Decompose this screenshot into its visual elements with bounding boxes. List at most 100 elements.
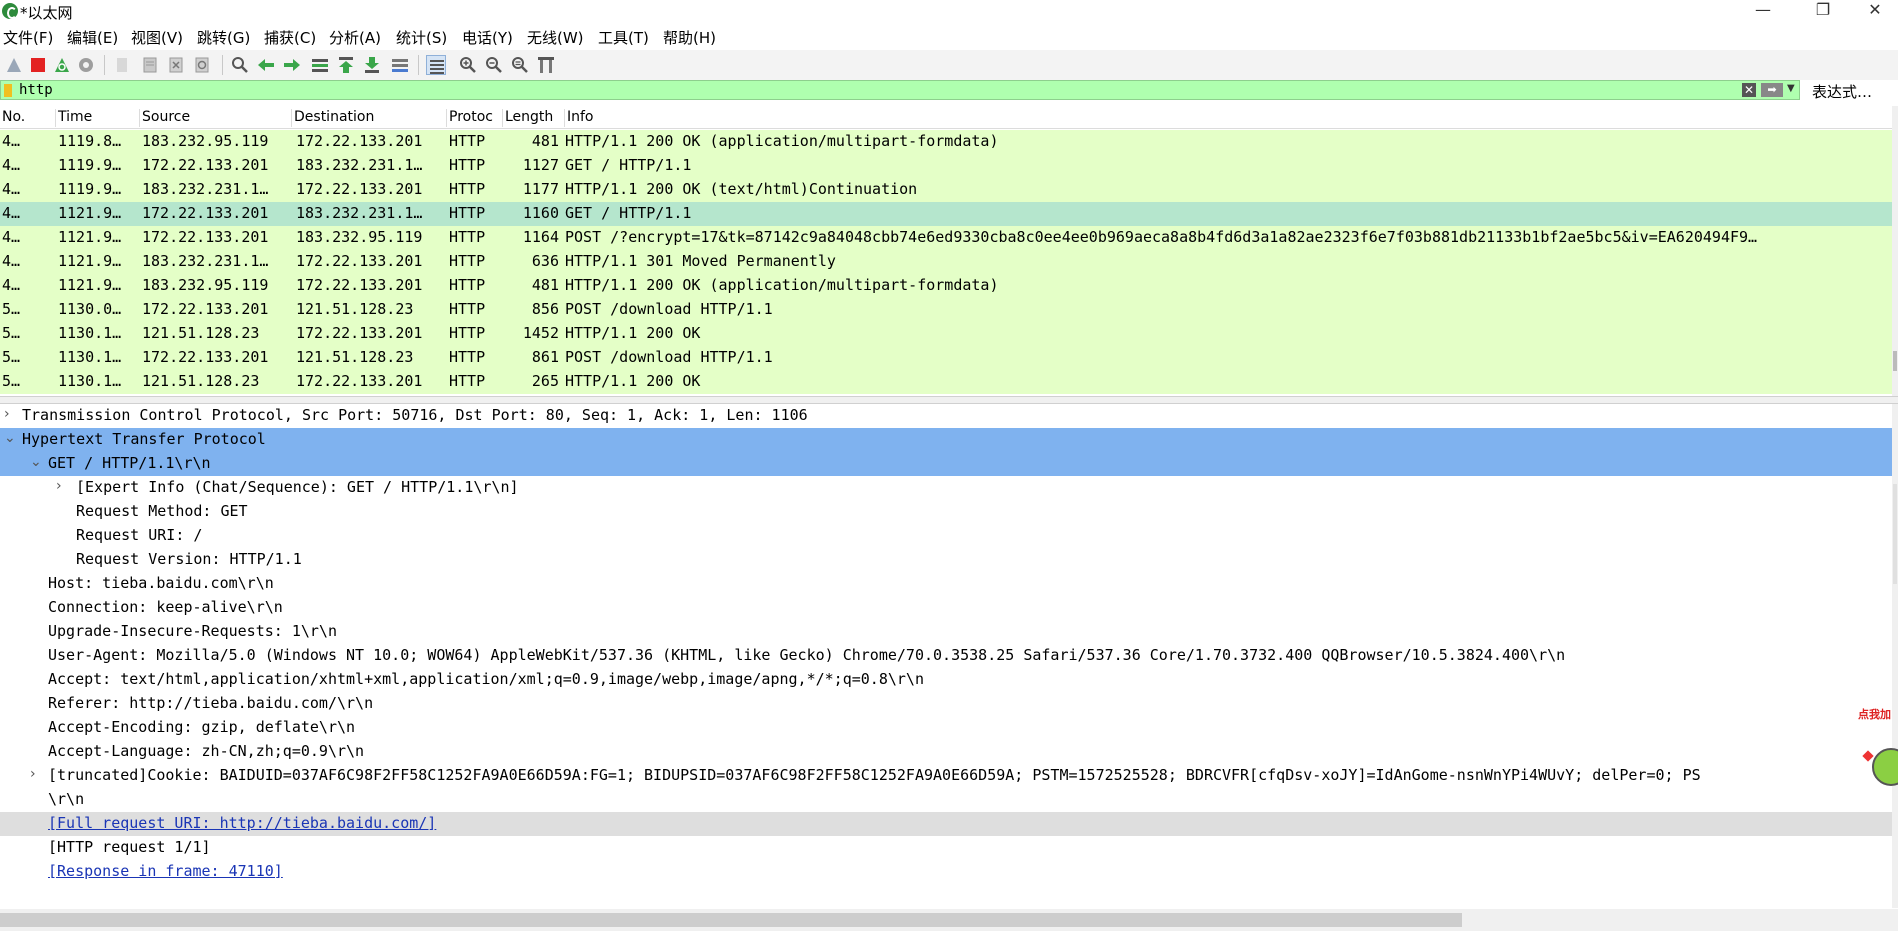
display-filter-input[interactable]: http ✕ ➡ ▼ [0,80,1800,100]
packet-row[interactable]: 4… 1119.8… 183.232.95.119 172.22.133.201 HTT… [0,130,1892,154]
column-header-length[interactable]: Length [503,109,565,127]
detail-tree-item[interactable]: Connection: keep-alive\r\n [0,596,1892,620]
go-forward-icon[interactable] [282,55,302,75]
detail-text: Host: tieba.baidu.com\r\n [48,574,274,592]
menu-statistics[interactable]: 统计(S) [396,27,447,48]
packet-row[interactable]: 4… 1121.9… 183.232.231.1… 172.22.133.201 HTT… [0,250,1892,274]
go-first-icon[interactable] [336,55,356,75]
packet-cell-source: 183.232.231.1… [142,180,269,198]
go-to-packet-icon[interactable] [310,55,330,75]
menu-help[interactable]: 帮助(H) [663,27,716,48]
menu-tools[interactable]: 工具(T) [598,27,649,48]
collapse-arrow-icon[interactable]: › [56,478,62,494]
menu-edit[interactable]: 编辑(E) [67,27,118,48]
minimize-button[interactable]: — [1740,0,1786,24]
packet-row[interactable]: 5… 1130.1… 121.51.128.23 172.22.133.201 HTTP… [0,322,1892,346]
filter-history-dropdown-icon[interactable]: ▼ [1787,83,1795,94]
find-packet-icon[interactable] [230,55,250,75]
filter-bookmark-icon[interactable] [4,84,12,97]
detail-tree-item[interactable]: › [truncated]Cookie: BAIDUID=037AF6C98F2… [0,764,1892,788]
packet-details-hscrollbar[interactable] [0,909,1898,931]
expand-arrow-icon[interactable]: ⌄ [4,430,16,446]
close-file-icon[interactable] [166,55,186,75]
packet-row[interactable]: 4… 1121.9… 172.22.133.201 183.232.231.1… HTT… [0,202,1892,226]
menu-wireless[interactable]: 无线(W) [527,27,584,48]
resize-columns-icon[interactable] [536,55,556,75]
stop-capture-icon[interactable] [28,55,48,75]
save-file-icon[interactable] [140,55,160,75]
packet-list-scrollbar[interactable] [1892,106,1898,396]
restart-capture-icon[interactable] [52,55,72,75]
hscrollbar-thumb[interactable] [0,913,1462,927]
colorize-icon[interactable] [426,55,446,75]
go-back-icon[interactable] [256,55,276,75]
menu-capture[interactable]: 捕获(C) [264,27,316,48]
packet-row[interactable]: 5… 1130.0… 172.22.133.201 121.51.128.23 HTTP… [0,298,1892,322]
go-last-icon[interactable] [362,55,382,75]
detail-tree-item[interactable]: [Full request URI: http://tieba.baidu.co… [0,812,1892,836]
floater-heart-icon [1862,750,1874,762]
detail-text: \r\n [48,790,85,808]
window-title: *以太网 [20,4,73,22]
detail-tree-item[interactable]: Referer: http://tieba.baidu.com/\r\n [0,692,1892,716]
collapse-arrow-icon[interactable]: › [4,406,10,422]
column-header-no[interactable]: No. [0,109,56,127]
detail-link[interactable]: [Full request URI: http://tieba.baidu.co… [48,814,436,832]
detail-link[interactable]: [Response in frame: 47110] [48,862,283,880]
packet-row[interactable]: 5… 1130.1… 172.22.133.201 121.51.128.23 HTTP… [0,346,1892,370]
detail-tree-item[interactable]: Upgrade-Insecure-Requests: 1\r\n [0,620,1892,644]
expand-arrow-icon[interactable]: ⌄ [30,454,42,470]
detail-tree-item[interactable]: Request URI: / [0,524,1892,548]
detail-tree-item[interactable]: › [Expert Info (Chat/Sequence): GET / HTT… [0,476,1892,500]
pane-splitter[interactable] [0,396,1898,404]
capture-options-icon[interactable] [76,55,96,75]
detail-tree-item[interactable]: Host: tieba.baidu.com\r\n [0,572,1892,596]
detail-tree-item[interactable]: Accept-Language: zh-CN,zh;q=0.9\r\n [0,740,1892,764]
detail-tree-item[interactable]: [Response in frame: 47110] [0,860,1892,884]
open-file-icon[interactable] [112,55,132,75]
column-header-source[interactable]: Source [140,109,292,127]
detail-tree-item[interactable]: ⌄ GET / HTTP/1.1\r\n [0,452,1892,476]
detail-tree-item[interactable]: ⌄ Hypertext Transfer Protocol [0,428,1892,452]
auto-scroll-icon[interactable] [390,55,410,75]
detail-text: [truncated]Cookie: BAIDUID=037AF6C98F2FF… [48,766,1701,784]
apply-filter-icon[interactable]: ➡ [1761,83,1783,97]
menu-telephony[interactable]: 电话(Y) [462,27,513,48]
packet-row[interactable]: 4… 1119.9… 183.232.231.1… 172.22.133.201 HTT… [0,178,1892,202]
packet-row[interactable]: 4… 1121.9… 183.232.95.119 172.22.133.201 HTT… [0,274,1892,298]
packet-row[interactable]: 5… 1130.1… 121.51.128.23 172.22.133.201 HTTP… [0,370,1892,394]
detail-tree-item[interactable]: Request Version: HTTP/1.1 [0,548,1892,572]
packet-cell-destination: 183.232.231.1… [296,156,423,174]
packet-cell-source: 172.22.133.201 [142,156,269,174]
close-button[interactable]: ✕ [1852,0,1898,24]
detail-tree-item[interactable]: Accept-Encoding: gzip, deflate\r\n [0,716,1892,740]
menu-analyze[interactable]: 分析(A) [329,27,381,48]
zoom-out-icon[interactable] [484,55,504,75]
filter-expression-button[interactable]: 表达式… [1812,81,1872,102]
packet-row[interactable]: 4… 1121.9… 172.22.133.201 183.232.95.119 HTT… [0,226,1892,250]
column-header-protocol[interactable]: Protoc [447,109,503,127]
detail-tree-item[interactable]: Request Method: GET [0,500,1892,524]
collapse-arrow-icon[interactable]: › [30,766,36,782]
detail-tree-item[interactable]: \r\n [0,788,1892,812]
packet-details-scrollbar[interactable] [1892,404,1898,908]
packet-row[interactable]: 4… 1119.9… 172.22.133.201 183.232.231.1… HTT… [0,154,1892,178]
menu-view[interactable]: 视图(V) [131,27,183,48]
detail-tree-item[interactable]: Accept: text/html,application/xhtml+xml,… [0,668,1892,692]
menu-go[interactable]: 跳转(G) [197,27,250,48]
detail-tree-item[interactable]: User-Agent: Mozilla/5.0 (Windows NT 10.0… [0,644,1892,668]
zoom-normal-icon[interactable] [510,55,530,75]
restore-button[interactable]: ❐ [1800,0,1846,24]
display-filter-value[interactable]: http [19,82,53,98]
detail-tree-item[interactable]: [HTTP request 1/1] [0,836,1892,860]
detail-tree-item[interactable]: › Transmission Control Protocol, Src Port… [0,404,1892,428]
floating-assistant-widget[interactable]: 点我加 [1858,698,1898,788]
start-capture-icon[interactable] [4,55,24,75]
column-header-time[interactable]: Time [56,109,140,127]
column-header-destination[interactable]: Destination [292,109,447,127]
column-header-info[interactable]: Info [565,109,1892,127]
menu-file[interactable]: 文件(F) [3,27,53,48]
clear-filter-icon[interactable]: ✕ [1742,83,1756,97]
reload-file-icon[interactable] [192,55,212,75]
zoom-in-icon[interactable] [458,55,478,75]
